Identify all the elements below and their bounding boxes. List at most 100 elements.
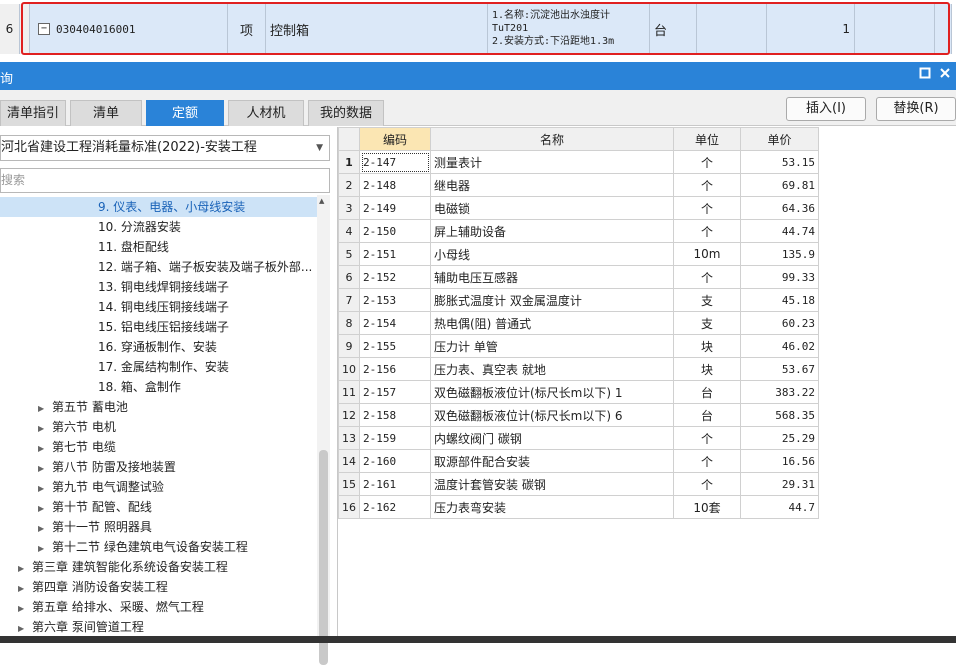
header-code[interactable]: 编码 [359,127,431,151]
name-cell[interactable]: 继电器 [430,173,674,197]
code-cell[interactable]: 2-147 [359,150,431,174]
header-price[interactable]: 单价 [740,127,819,151]
name-cell[interactable]: 双色磁翻板液位计(标尺长m以下) 1 [430,380,674,404]
unit-cell[interactable]: 10m [673,242,741,266]
table-row[interactable]: 8 2-154 热电偶(阻) 普通式支 60.23 [338,311,819,335]
expand-arrow-icon[interactable]: ▶ [38,479,52,499]
table-row[interactable]: 2 2-148 继电器个 69.81 [338,173,819,197]
replace-button[interactable]: 替换(R) [876,97,956,121]
code-cell[interactable]: 2-156 [359,357,431,381]
code-cell[interactable]: 2-158 [359,403,431,427]
table-row[interactable]: 6 2-152 辅助电压互感器个 99.33 [338,265,819,289]
tree-item[interactable]: 18. 箱、盒制作 [98,377,181,397]
tree-item[interactable]: ▶ 第三章 建筑智能化系统设备安装工程 [18,557,228,577]
tree-item[interactable]: 9. 仪表、电器、小母线安装 [98,197,245,217]
header-name[interactable]: 名称 [430,127,674,151]
tab-bill-guide[interactable]: 清单指引 [0,100,66,126]
name-cell[interactable]: 屏上辅助设备 [430,219,674,243]
table-row[interactable]: 15 2-161 温度计套管安装 碳钢个 29.31 [338,472,819,496]
chevron-down-icon[interactable]: ▼ [316,136,323,160]
table-row[interactable]: 13 2-159 内螺纹阀门 碳钢个 25.29 [338,426,819,450]
price-cell[interactable]: 53.15 [740,150,819,174]
table-row[interactable]: 12 2-158 双色磁翻板液位计(标尺长m以下) 6 台 568.35 [338,403,819,427]
table-row[interactable]: 3 2-149 电磁锁个 64.36 [338,196,819,220]
expand-arrow-icon[interactable]: ▶ [38,399,52,419]
search-input[interactable]: 搜索 [0,168,330,193]
price-cell[interactable]: 44.7 [740,495,819,519]
unit-cell[interactable]: 台 [673,380,741,404]
unit-cell[interactable]: 支 [673,311,741,335]
table-row[interactable]: 11 2-157 双色磁翻板液位计(标尺长m以下) 1 台 383.22 [338,380,819,404]
price-cell[interactable]: 383.22 [740,380,819,404]
table-row[interactable]: 5 2-151 小母线 10m 135.9 [338,242,819,266]
table-row[interactable]: 4 2-150 屏上辅助设备个 44.74 [338,219,819,243]
code-cell[interactable]: 2-155 [359,334,431,358]
code-cell[interactable]: 2-148 [359,173,431,197]
tab-my-data[interactable]: 我的数据 [308,100,384,126]
name-cell[interactable]: 压力表、真空表 就地 [430,357,674,381]
unit-cell[interactable]: 块 [673,334,741,358]
price-cell[interactable]: 99.33 [740,265,819,289]
unit-cell[interactable]: 个 [673,426,741,450]
name-cell[interactable]: 压力表弯安装 [430,495,674,519]
tree-item[interactable]: ▶ 第八节 防雷及接地装置 [38,457,176,477]
code-cell[interactable]: 2-151 [359,242,431,266]
tree-item[interactable]: 11. 盘柜配线 [98,237,169,257]
tab-labor-material-machine[interactable]: 人材机 [228,100,304,126]
unit-cell[interactable]: 个 [673,219,741,243]
name-cell[interactable]: 辅助电压互感器 [430,265,674,289]
table-row[interactable]: 10 2-156 压力表、真空表 就地块 53.67 [338,357,819,381]
insert-button[interactable]: 插入(I) [786,97,866,121]
tree-item[interactable]: ▶ 第十二节 绿色建筑电气设备安装工程 [38,537,248,557]
code-cell[interactable]: 2-161 [359,472,431,496]
close-icon[interactable] [937,67,953,83]
tree-item[interactable]: ▶ 第十一节 照明器具 [38,517,152,537]
unit-cell[interactable]: 10套 [673,495,741,519]
unit-cell[interactable]: 个 [673,265,741,289]
expand-arrow-icon[interactable]: ▶ [38,439,52,459]
code-cell[interactable]: 2-160 [359,449,431,473]
tree-item[interactable]: ▶ 第五节 蓄电池 [38,397,128,417]
unit-cell[interactable]: 个 [673,196,741,220]
tab-bill[interactable]: 清单 [70,100,142,126]
tree-item[interactable]: ▶ 第十节 配管、配线 [38,497,152,517]
expand-arrow-icon[interactable]: ▶ [38,539,52,559]
code-cell[interactable]: 2-152 [359,265,431,289]
tree-item[interactable]: ▶ 第五章 给排水、采暖、燃气工程 [18,597,204,617]
name-cell[interactable]: 小母线 [430,242,674,266]
window-restore-icon[interactable] [917,67,933,83]
code-cell[interactable]: 2-157 [359,380,431,404]
unit-cell[interactable]: 台 [673,403,741,427]
tree-scrollbar[interactable]: ▲ [317,195,330,665]
tree-item[interactable]: 10. 分流器安装 [98,217,181,237]
tree-item[interactable]: ▶ 第六节 电机 [38,417,116,437]
table-row[interactable]: 14 2-160 取源部件配合安装个 16.56 [338,449,819,473]
name-cell[interactable]: 电磁锁 [430,196,674,220]
tree-item[interactable]: ▶ 第七节 电缆 [38,437,116,457]
unit-cell[interactable]: 个 [673,173,741,197]
name-cell[interactable]: 双色磁翻板液位计(标尺长m以下) 6 [430,403,674,427]
expand-arrow-icon[interactable]: ▶ [38,459,52,479]
table-row[interactable]: 1 2-147 测量表计个 53.15 [338,150,819,174]
tree-item[interactable]: 16. 穿通板制作、安装 [98,337,217,357]
table-row[interactable]: 7 2-153 膨胀式温度计 双金属温度计支 45.18 [338,288,819,312]
price-cell[interactable]: 45.18 [740,288,819,312]
expand-arrow-icon[interactable]: ▶ [38,419,52,439]
unit-cell[interactable]: 支 [673,288,741,312]
table-row[interactable]: 16 2-162 压力表弯安装 10套 44.7 [338,495,819,519]
scrollbar-thumb[interactable] [319,450,328,665]
unit-cell[interactable]: 块 [673,357,741,381]
tab-quota[interactable]: 定额 [146,100,224,126]
expand-arrow-icon[interactable]: ▶ [38,519,52,539]
price-cell[interactable]: 60.23 [740,311,819,335]
name-cell[interactable]: 测量表计 [430,150,674,174]
code-cell[interactable]: 2-162 [359,495,431,519]
selected-bill-row[interactable]: 6 − 030404016001 项 控制箱 1.名称:沉淀池出水浊度计 TuT… [0,0,956,58]
tree-item[interactable]: 12. 端子箱、端子板安装及端子板外部... [98,257,312,277]
tree-item[interactable]: 17. 金属结构制作、安装 [98,357,229,377]
expand-arrow-icon[interactable]: ▶ [18,599,32,619]
code-cell[interactable]: 2-154 [359,311,431,335]
expand-arrow-icon[interactable]: ▶ [18,579,32,599]
price-cell[interactable]: 69.81 [740,173,819,197]
library-select[interactable]: 河北省建设工程消耗量标准(2022)-安装工程 ▼ [0,135,330,161]
